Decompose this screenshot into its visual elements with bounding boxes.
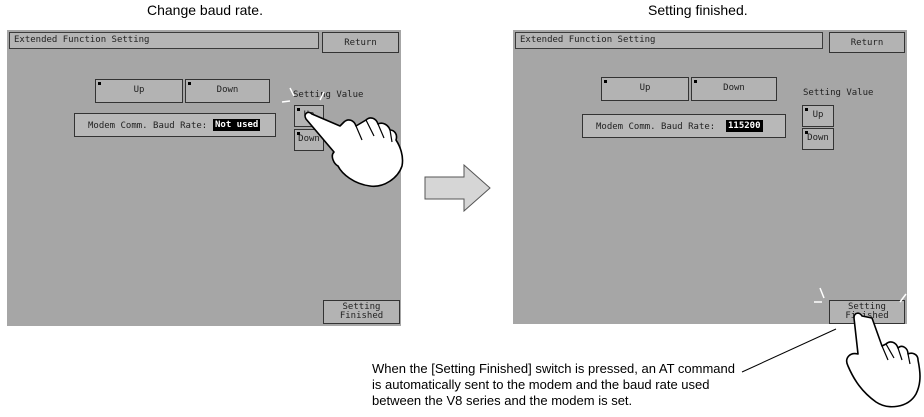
left-return-button[interactable]: Return: [322, 32, 399, 53]
left-down-button[interactable]: Down: [185, 79, 270, 103]
right-down-label: Down: [723, 83, 745, 94]
left-title-field: Extended Function Setting: [9, 32, 319, 49]
right-down-button[interactable]: Down: [691, 77, 777, 101]
right-sv-down-label: Down: [807, 133, 829, 144]
left-down-indicator: [188, 82, 191, 85]
left-up-indicator: [98, 82, 101, 85]
right-down-indicator: [694, 80, 697, 83]
left-baud-label: Modem Comm. Baud Rate:: [88, 121, 208, 131]
right-baud-rate-box: Modem Comm. Baud Rate: 115200: [582, 114, 786, 138]
left-down-label: Down: [216, 85, 239, 96]
right-sv-down-indicator: [805, 131, 808, 134]
right-setting-value-label: Setting Value: [803, 88, 874, 98]
left-caption: Change baud rate.: [147, 2, 263, 18]
right-screen: Extended Function Setting Return Up Down…: [513, 30, 907, 324]
right-pressing-hand-icon: [845, 312, 921, 408]
transition-arrow: [424, 164, 491, 212]
right-baud-value: 115200: [726, 120, 763, 132]
right-sv-up-button[interactable]: Up: [802, 105, 834, 127]
left-setting-finished-button[interactable]: Setting Finished: [323, 300, 400, 324]
right-title-field: Extended Function Setting: [515, 32, 823, 49]
left-up-label: Up: [133, 85, 145, 96]
explanation-note: When the [Setting Finished] switch is pr…: [372, 361, 735, 408]
right-sv-up-label: Up: [812, 110, 824, 121]
right-up-button[interactable]: Up: [601, 77, 689, 101]
left-baud-rate-box: Modem Comm. Baud Rate: Not used: [74, 113, 276, 137]
right-baud-label: Modem Comm. Baud Rate:: [596, 122, 716, 132]
right-up-indicator: [604, 80, 607, 83]
right-sv-down-button[interactable]: Down: [802, 128, 834, 150]
left-baud-value: Not used: [213, 119, 261, 131]
callout-line: [741, 328, 837, 373]
left-setting-finished-line2: Finished: [339, 311, 384, 321]
right-caption: Setting finished.: [648, 2, 748, 18]
left-pressing-hand-icon: [304, 111, 404, 188]
right-return-button[interactable]: Return: [829, 32, 905, 53]
right-sv-up-indicator: [805, 108, 808, 111]
left-up-button[interactable]: Up: [95, 79, 183, 103]
right-up-label: Up: [639, 83, 651, 94]
left-setting-finished-label-wrap: Setting Finished: [339, 302, 384, 322]
